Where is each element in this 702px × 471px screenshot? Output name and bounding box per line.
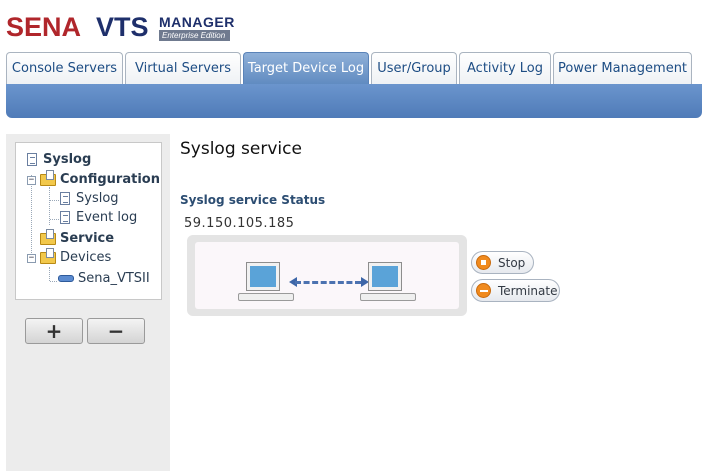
connection-line [295,281,361,284]
tab-content-band [6,84,702,118]
tree-node-label: Sena_VTSII [78,271,150,286]
edition-label: Enterprise Edition [159,30,230,41]
folder-icon [40,228,56,245]
folder-open-icon [40,247,56,264]
stop-button[interactable]: Stop [471,251,534,274]
product-logo: VTS [96,12,149,42]
tree-node-label: Event log [76,210,138,225]
monitor-screen [368,262,402,291]
tab-virtual-servers[interactable]: Virtual Servers [125,52,241,85]
status-heading: Syslog service Status [180,193,326,207]
tree-node-service[interactable]: Service [40,228,115,246]
keyboard [238,293,294,301]
company-logo: SENA [6,12,82,42]
sidebar: Syslog − Configuration Syslog Event log … [6,134,170,471]
tree-node-label: Devices [60,250,112,265]
folder-open-icon [40,169,56,186]
tab-console-servers[interactable]: Console Servers [6,52,123,85]
remove-button[interactable]: − [87,318,145,344]
add-button[interactable]: + [25,318,83,344]
tree-node-configuration[interactable]: Configuration [40,169,160,187]
terminate-icon [476,283,491,298]
connection-status-diagram [187,235,467,316]
tab-user-group[interactable]: User/Group [371,52,457,85]
tab-target-device-log[interactable]: Target Device Log [243,52,369,85]
collapse-toggle-icon[interactable]: − [27,176,36,185]
terminate-button-label: Terminate [498,283,558,298]
header-logo-bar: SENA VTS MANAGER Enterprise Edition [0,0,702,52]
stop-icon [476,255,491,270]
tree-connector [50,281,57,282]
stop-button-label: Stop [498,255,526,270]
tree-node-label: Syslog [43,152,92,167]
keyboard [360,293,416,301]
product-edition-logo: MANAGER Enterprise Edition [159,14,235,41]
main-tab-bar: Console Servers Virtual Servers Target D… [6,52,702,85]
tree-view: Syslog − Configuration Syslog Event log … [15,142,162,300]
tree-node-config-eventlog[interactable]: Event log [58,210,137,225]
page-title: Syslog service [180,139,302,159]
tree-node-devices[interactable]: Devices [40,247,112,265]
collapse-toggle-icon[interactable]: − [27,254,36,263]
terminate-button[interactable]: Terminate [471,279,560,302]
diagram-panel [195,242,459,309]
tree-node-label: Service [60,231,115,246]
computer-icon [238,262,294,304]
tree-connector [49,267,50,281]
document-icon [60,192,70,205]
tree-node-label: Configuration [60,172,160,187]
device-icon [58,275,74,282]
tree-node-syslog-root[interactable]: Syslog [25,152,91,167]
document-icon [27,153,37,166]
tree-node-device-sena-vtsii[interactable]: Sena_VTSII [58,271,150,286]
server-ip-address: 59.150.105.185 [184,216,295,231]
tab-power-management[interactable]: Power Management [553,52,692,85]
document-icon [60,211,70,224]
tree-node-label: Syslog [76,191,119,206]
computer-icon [360,262,416,304]
tab-activity-log[interactable]: Activity Log [459,52,551,85]
manager-label: MANAGER [159,14,235,30]
tree-node-config-syslog[interactable]: Syslog [58,191,119,206]
monitor-screen [246,262,280,291]
tree-connector [31,175,32,261]
